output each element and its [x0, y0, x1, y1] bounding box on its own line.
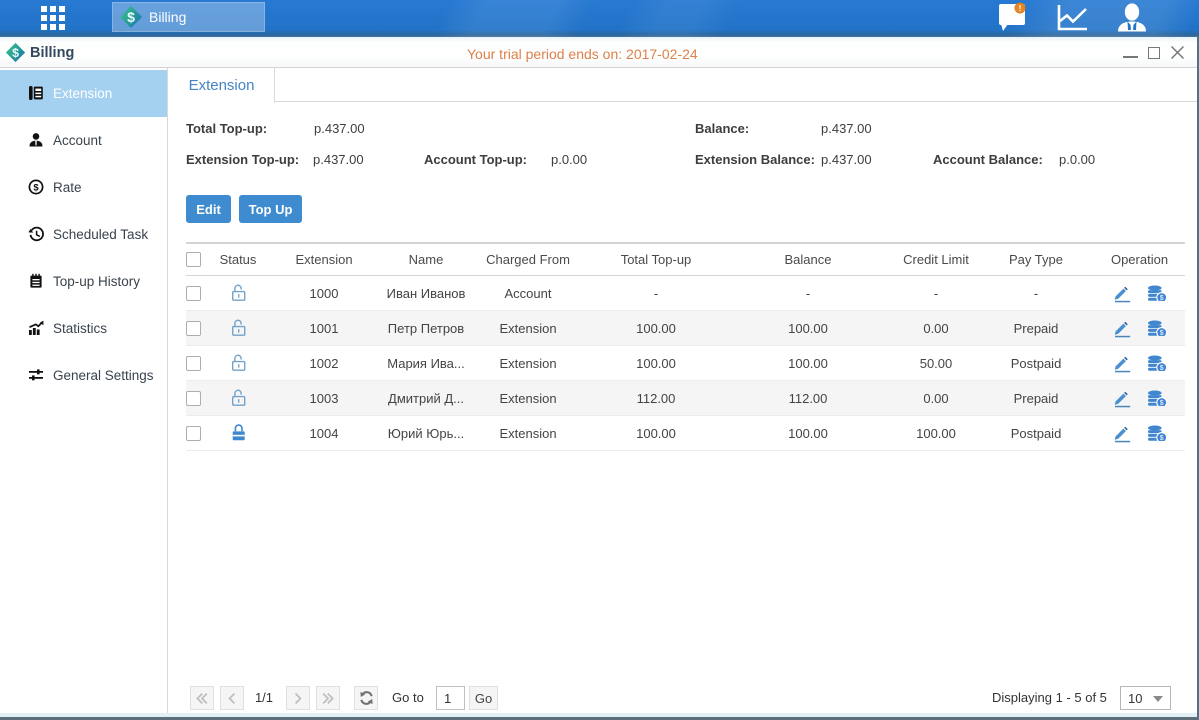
- svg-text:$: $: [33, 182, 39, 193]
- svg-text:!: !: [1019, 4, 1022, 13]
- svg-text:$: $: [127, 9, 135, 25]
- svg-text:$: $: [12, 46, 19, 60]
